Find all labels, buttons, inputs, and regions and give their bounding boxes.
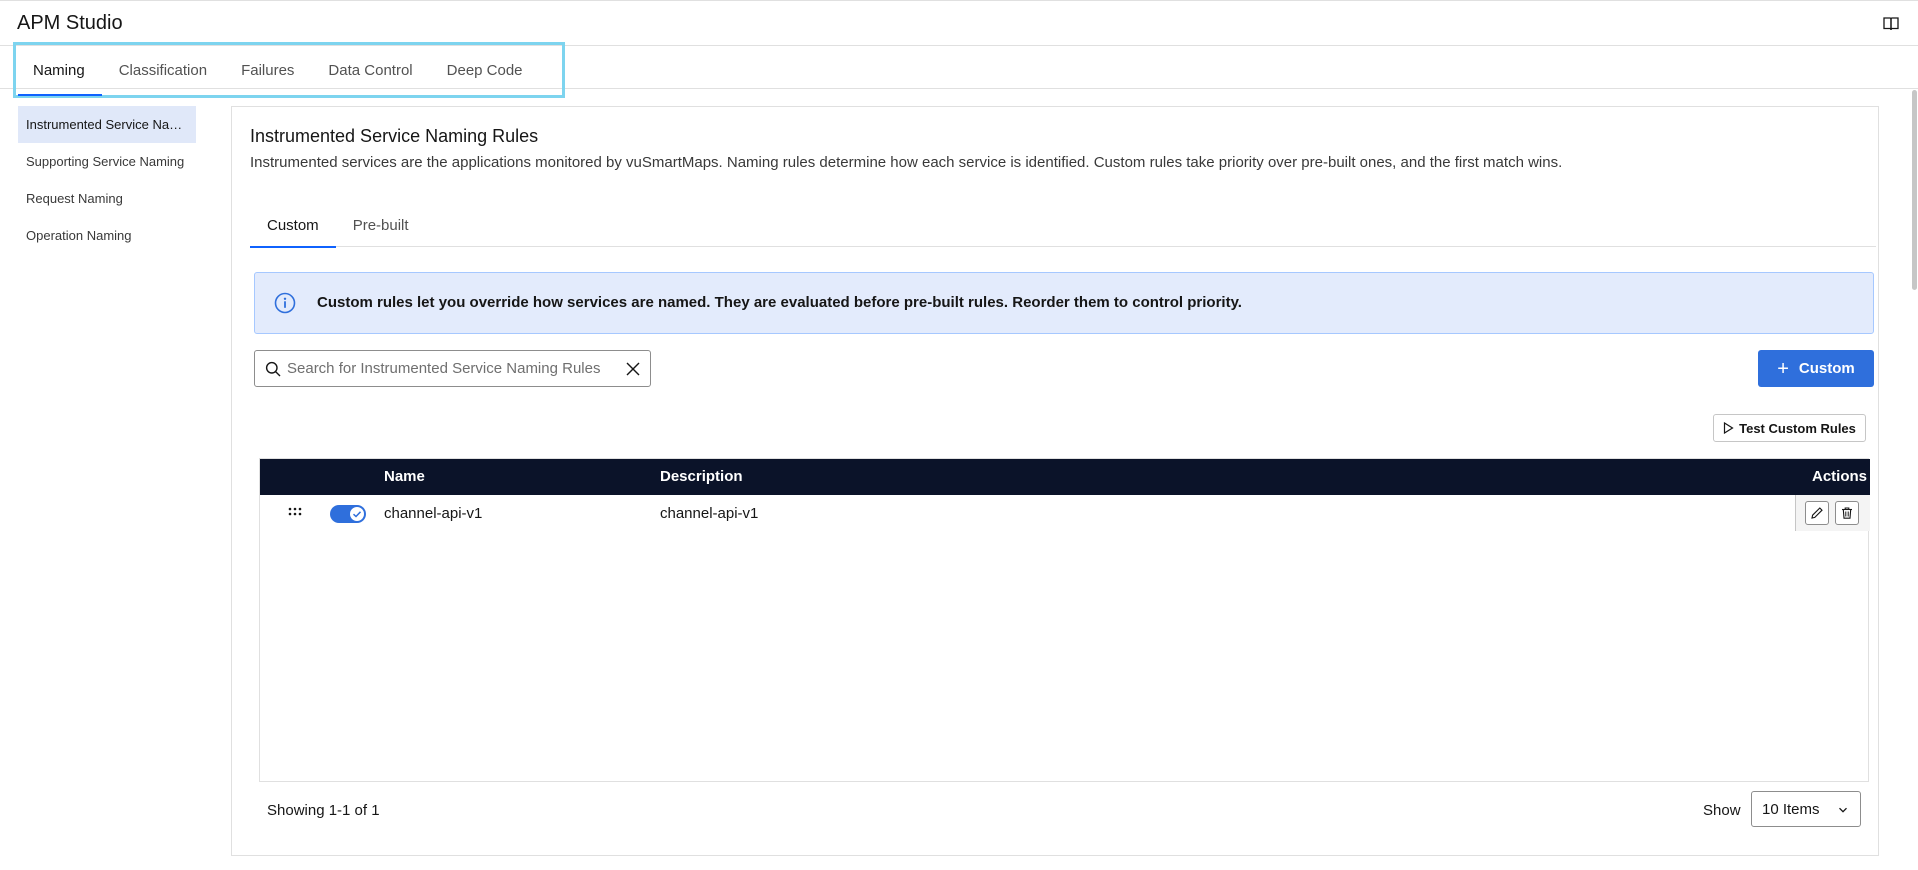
column-header-name[interactable]: Name [384, 468, 425, 485]
rule-enabled-toggle[interactable] [330, 505, 366, 523]
book-icon[interactable] [1882, 15, 1900, 33]
add-custom-rule-button[interactable]: + Custom [1758, 350, 1874, 387]
info-banner: Custom rules let you override how servic… [254, 272, 1874, 334]
test-custom-rules-button[interactable]: Test Custom Rules [1713, 414, 1866, 442]
sidebar-item-operation-naming[interactable]: Operation Naming [18, 217, 196, 254]
sidebar-item-supporting-service-naming[interactable]: Supporting Service Naming [18, 143, 196, 180]
main-tabs-highlight: Naming Classification Failures Data Cont… [13, 42, 565, 98]
button-label: Custom [1798, 360, 1855, 377]
drag-handle-icon[interactable] [288, 507, 302, 517]
page-size-select[interactable]: 10 Items [1751, 791, 1861, 827]
sidebar-item-label: Request Naming [26, 191, 123, 206]
info-text: Custom rules let you override how servic… [317, 294, 1242, 311]
top-bar: APM Studio [0, 0, 1918, 46]
rules-table: Name Description Actions channel-api-v1 … [259, 458, 1870, 782]
page-scrollbar[interactable] [1911, 88, 1918, 870]
tab-label: Data Control [328, 61, 413, 79]
cell-name: channel-api-v1 [384, 505, 483, 522]
pagination-count: Showing 1-1 of 1 [267, 802, 380, 819]
cell-description: channel-api-v1 [660, 505, 759, 522]
pencil-icon [1811, 507, 1823, 519]
app-title: APM Studio [17, 12, 123, 34]
column-header-actions: Actions [1812, 468, 1868, 485]
scrollbar-thumb[interactable] [1912, 90, 1917, 290]
search-box [254, 350, 651, 387]
search-icon [265, 361, 281, 377]
page-title: Instrumented Service Naming Rules [250, 126, 539, 146]
check-icon [352, 511, 362, 518]
sidebar-item-label: Operation Naming [26, 228, 132, 243]
column-header-description[interactable]: Description [660, 468, 743, 485]
close-icon[interactable] [625, 361, 641, 377]
sidebar-item-label: Instrumented Service Naming [26, 117, 188, 132]
tab-deep-code[interactable]: Deep Code [430, 45, 540, 95]
content-panel: Instrumented Service Naming Rules Instru… [231, 106, 1879, 856]
button-label: Test Custom Rules [1739, 420, 1856, 436]
sidebar-item-instrumented-service-naming[interactable]: Instrumented Service Naming [18, 106, 196, 143]
info-icon [274, 292, 296, 314]
page-description: Instrumented services are the applicatio… [250, 154, 1563, 171]
tab-data-control[interactable]: Data Control [311, 45, 429, 95]
edit-button[interactable] [1805, 501, 1829, 525]
table-row: channel-api-v1 channel-api-v1 [260, 495, 1870, 531]
tab-label: Naming [33, 61, 85, 79]
trash-icon [1842, 507, 1852, 519]
tab-pre-built[interactable]: Pre-built [336, 204, 426, 247]
plus-icon: + [1777, 357, 1789, 380]
toggle-knob [350, 507, 364, 521]
sidebar: Instrumented Service Naming Supporting S… [18, 106, 196, 254]
tab-label: Pre-built [352, 217, 409, 234]
tab-label: Classification [118, 61, 208, 79]
sub-tabs: Custom Pre-built [250, 204, 1876, 248]
delete-button[interactable] [1835, 501, 1859, 525]
sidebar-item-label: Supporting Service Naming [26, 154, 185, 169]
sidebar-item-request-naming[interactable]: Request Naming [18, 180, 196, 217]
search-input[interactable] [287, 351, 617, 386]
tab-naming[interactable]: Naming [16, 45, 102, 96]
row-actions [1795, 495, 1870, 531]
chevron-down-icon [1839, 807, 1847, 813]
tab-custom[interactable]: Custom [250, 204, 336, 248]
tab-classification[interactable]: Classification [102, 45, 224, 95]
tab-label: Failures [241, 61, 295, 79]
play-icon [1724, 422, 1734, 434]
tab-label: Custom [267, 217, 319, 234]
tab-failures[interactable]: Failures [224, 45, 311, 95]
tab-label: Deep Code [446, 61, 523, 79]
page-size-label: Show [1703, 802, 1741, 819]
main-tabs: Naming Classification Failures Data Cont… [16, 45, 540, 96]
table-header: Name Description Actions [260, 459, 1870, 495]
page-size-value: 10 Items [1762, 800, 1820, 818]
